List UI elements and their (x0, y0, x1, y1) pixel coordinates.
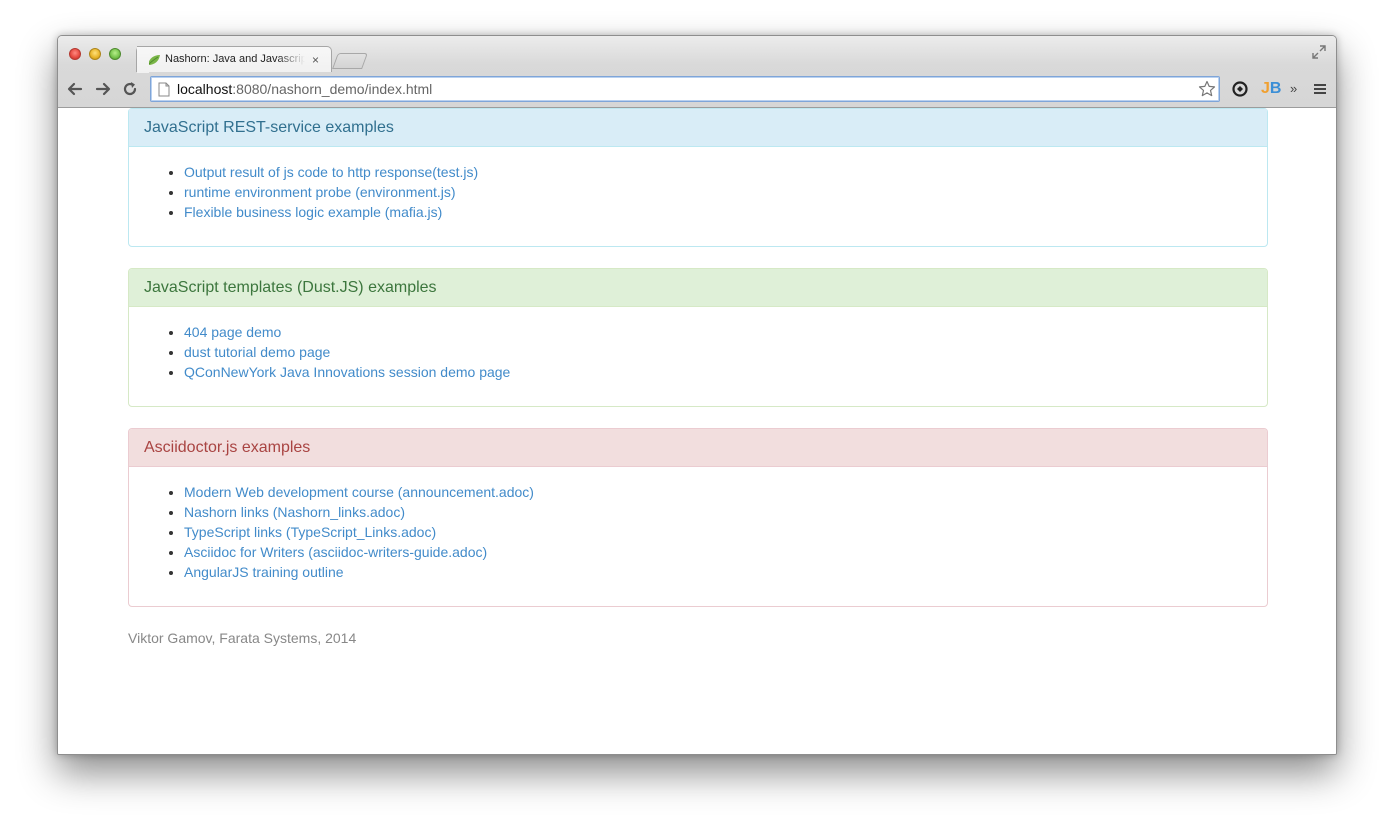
list-item: Nashorn links (Nashorn_links.adoc) (184, 502, 1252, 522)
back-arrow-icon (67, 82, 83, 96)
forward-arrow-icon (95, 82, 111, 96)
link[interactable]: TypeScript links (TypeScript_Links.adoc) (184, 524, 436, 540)
link-list: Output result of js code to http respons… (144, 162, 1252, 222)
browser-tab-active[interactable]: Nashorn: Java and Javascript × (136, 46, 332, 72)
panel-body: Output result of js code to http respons… (129, 147, 1267, 242)
list-item: AngularJS training outline (184, 562, 1252, 582)
link[interactable]: Modern Web development course (announcem… (184, 484, 534, 500)
link-list: 404 page demo dust tutorial demo page QC… (144, 322, 1252, 382)
link[interactable]: QConNewYork Java Innovations session dem… (184, 364, 510, 380)
panel-asciidoctor: Asciidoctor.js examples Modern Web devel… (128, 428, 1268, 607)
panel-rest-service: JavaScript REST-service examples Output … (128, 108, 1268, 247)
minimize-window-button[interactable] (89, 48, 101, 60)
footer-credit: Viktor Gamov, Farata Systems, 2014 (128, 630, 357, 646)
panel-heading: JavaScript templates (Dust.JS) examples (129, 269, 1267, 307)
forward-button[interactable] (94, 80, 112, 98)
browser-window: Nashorn: Java and Javascript × localhost… (57, 35, 1337, 755)
address-bar[interactable]: localhost:8080/nashorn_demo/index.html (150, 76, 1220, 102)
link[interactable]: runtime environment probe (environment.j… (184, 184, 456, 200)
url-text: localhost:8080/nashorn_demo/index.html (177, 81, 432, 97)
panel-heading: Asciidoctor.js examples (129, 429, 1267, 467)
list-item: Flexible business logic example (mafia.j… (184, 202, 1252, 222)
link[interactable]: Output result of js code to http respons… (184, 164, 478, 180)
tab-close-icon[interactable]: × (312, 52, 319, 68)
back-button[interactable] (66, 80, 84, 98)
new-tab-button[interactable] (332, 53, 368, 69)
reload-icon (123, 82, 137, 96)
tab-title: Nashorn: Java and Javascript (165, 53, 305, 65)
page-content: JavaScript REST-service examples Output … (58, 108, 1336, 754)
extension-sync-icon[interactable] (1231, 80, 1249, 98)
list-item: QConNewYork Java Innovations session dem… (184, 362, 1252, 382)
extensions-overflow-chevron[interactable]: » (1290, 80, 1297, 98)
jetbrains-extension-icon[interactable]: JB (1261, 80, 1283, 98)
list-item: TypeScript links (TypeScript_Links.adoc) (184, 522, 1252, 542)
list-item: Asciidoc for Writers (asciidoc-writers-g… (184, 542, 1252, 562)
link[interactable]: Asciidoc for Writers (asciidoc-writers-g… (184, 544, 487, 560)
link[interactable]: 404 page demo (184, 324, 281, 340)
list-item: Modern Web development course (announcem… (184, 482, 1252, 502)
panel-heading: JavaScript REST-service examples (129, 109, 1267, 147)
list-item: dust tutorial demo page (184, 342, 1252, 362)
link[interactable]: dust tutorial demo page (184, 344, 330, 360)
link[interactable]: AngularJS training outline (184, 564, 344, 580)
close-window-button[interactable] (69, 48, 81, 60)
panel-dust-templates: JavaScript templates (Dust.JS) examples … (128, 268, 1268, 407)
link[interactable]: Flexible business logic example (mafia.j… (184, 204, 442, 220)
list-item: 404 page demo (184, 322, 1252, 342)
list-item: Output result of js code to http respons… (184, 162, 1252, 182)
page-icon (158, 82, 170, 97)
bookmark-star-icon[interactable] (1198, 80, 1216, 98)
url-path: :8080/nashorn_demo/index.html (232, 81, 433, 97)
link[interactable]: Nashorn links (Nashorn_links.adoc) (184, 504, 405, 520)
spring-leaf-icon (148, 55, 160, 65)
panel-body: 404 page demo dust tutorial demo page QC… (129, 307, 1267, 402)
url-host: localhost (177, 81, 233, 97)
fullscreen-icon[interactable] (1312, 45, 1326, 59)
zoom-window-button[interactable] (109, 48, 121, 60)
browser-toolbar: Nashorn: Java and Javascript × localhost… (58, 36, 1336, 108)
list-item: runtime environment probe (environment.j… (184, 182, 1252, 202)
reload-button[interactable] (121, 80, 139, 98)
panel-body: Modern Web development course (announcem… (129, 467, 1267, 602)
menu-hamburger-icon[interactable] (1313, 82, 1327, 96)
link-list: Modern Web development course (announcem… (144, 482, 1252, 582)
